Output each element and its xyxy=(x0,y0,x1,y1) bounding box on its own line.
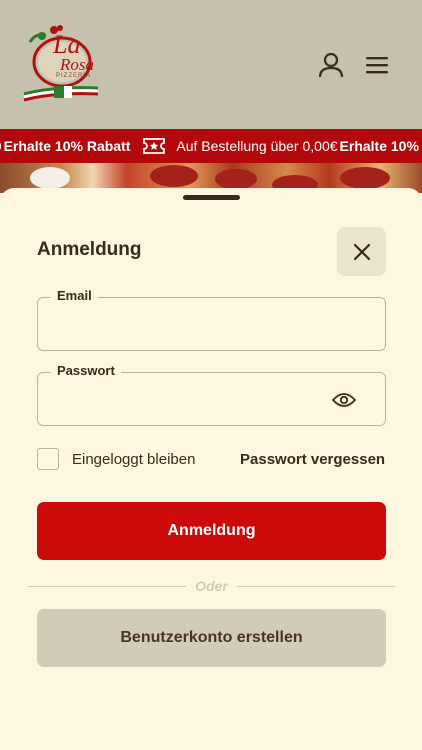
password-label: Passwort xyxy=(51,363,121,379)
create-account-button[interactable]: Benutzerkonto erstellen xyxy=(37,609,386,667)
logo-tagline: PIZZERIA xyxy=(56,73,92,79)
pizza-topping xyxy=(215,169,257,189)
email-field[interactable]: Email xyxy=(37,288,386,351)
ticker-prefix: 00 xyxy=(0,138,2,154)
ticker-promo-bold: Erhalte 10% Rabatt xyxy=(3,138,131,154)
pizza-topping xyxy=(150,165,198,187)
login-submit-button[interactable]: Anmeldung xyxy=(37,502,386,560)
promo-ticker: 00 Erhalte 10% Rabatt Auf Bestellung übe… xyxy=(0,129,422,163)
ticker-promo-bold-repeat: Erhalte 10% Ra xyxy=(339,138,422,154)
ticker-track: 00 Erhalte 10% Rabatt Auf Bestellung übe… xyxy=(0,129,422,163)
login-sheet: Anmeldung Email Passwort Eingeloggt blei… xyxy=(0,188,422,750)
hamburger-menu-icon[interactable] xyxy=(362,50,392,80)
divider-line-right xyxy=(237,586,395,587)
remember-me-checkbox[interactable] xyxy=(37,448,59,470)
ticket-icon xyxy=(142,136,166,156)
login-title: Anmeldung xyxy=(37,239,142,260)
pizza-topping xyxy=(340,167,390,189)
email-label: Email xyxy=(51,288,98,304)
app-header: La Rosa PIZZERIA xyxy=(0,0,422,129)
user-icon[interactable] xyxy=(316,50,346,80)
brand-logo[interactable]: La Rosa PIZZERIA xyxy=(20,22,104,104)
logo-text-secondary: Rosa xyxy=(60,55,94,74)
ticker-promo-condition: Auf Bestellung über 0,00€ xyxy=(176,138,338,154)
email-input[interactable] xyxy=(50,312,330,338)
sheet-drag-handle[interactable] xyxy=(183,195,240,200)
forgot-password-link[interactable]: Passwort vergessen xyxy=(240,451,385,468)
close-icon xyxy=(353,243,370,260)
password-field[interactable]: Passwort xyxy=(37,363,386,426)
password-input[interactable] xyxy=(50,387,330,413)
divider-label: Oder xyxy=(195,578,228,594)
divider-line-left xyxy=(28,586,186,587)
pizza-topping xyxy=(30,167,70,189)
remember-me-label[interactable]: Eingeloggt bleiben xyxy=(72,451,195,468)
eye-icon[interactable] xyxy=(331,390,357,410)
close-button[interactable] xyxy=(337,227,386,276)
